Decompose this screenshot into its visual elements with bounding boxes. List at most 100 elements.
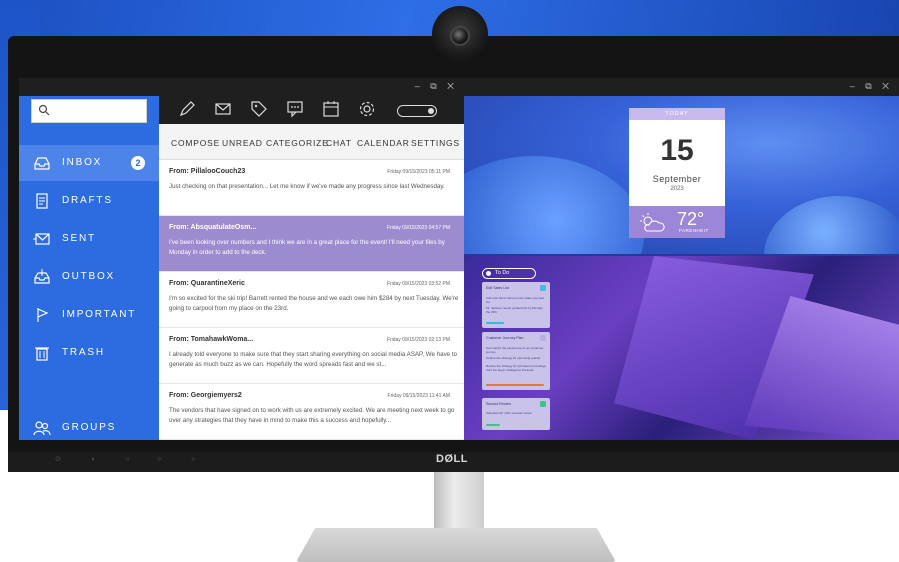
calendar-year: 2023 (670, 186, 684, 192)
message-date: Friday 09/15/2023 05:11 PM (387, 169, 450, 175)
mail-window-controls[interactable]: – ⧉ ✕ (415, 81, 458, 92)
widgets-titlebar: – ⧉ ✕ (464, 78, 899, 96)
webcam (432, 6, 488, 62)
todo-card[interactable]: Customer Journey Plan Summarize the expe… (482, 332, 550, 390)
sidebar-item-drafts[interactable]: DRAFTS (19, 183, 159, 219)
todo-dot-icon (486, 271, 491, 276)
toggle-knob (428, 107, 434, 114)
message-sender: From: AbsquatulateOsm... (169, 224, 257, 231)
menu-settings[interactable]: SETTINGS (411, 138, 460, 148)
calendar-widget[interactable]: TODAY 15 September 2023 72° FARENHEIT (629, 108, 725, 238)
mail-window: – ⧉ ✕ INBOX 2 DRAFTS SENT OUTBOX IMPORTA… (19, 78, 464, 440)
sidebar-item-label: SENT (62, 233, 96, 244)
sidebar-item-sent[interactable]: SENT (19, 221, 159, 257)
todo-card-line: Summarize the experience of our customer… (486, 346, 544, 354)
message-sender: From: PillalooCouch23 (169, 168, 246, 175)
monitor-stand-base (296, 528, 616, 562)
mail-titlebar: – ⧉ ✕ (19, 78, 464, 96)
todo-card-title: Edit Sales List (486, 286, 509, 290)
chat-icon[interactable] (285, 99, 305, 119)
sidebar-item-label: TRASH (62, 347, 105, 358)
menu-categorize[interactable]: CATEGORIZE (266, 138, 329, 148)
settings-gear-icon[interactable] (357, 99, 377, 119)
todo-checkbox-icon[interactable] (540, 335, 546, 341)
message-preview: I'm so excited for the ski trip! Barrett… (169, 295, 459, 312)
message-row[interactable]: From: TomahawkWoma... Friday 09/15/2023 … (159, 328, 464, 384)
sidebar-item-important[interactable]: IMPORTANT (19, 297, 159, 333)
todo-card-title: Second Review (486, 402, 511, 406)
todo-card-line: Add new client names to the sales overvi… (486, 296, 545, 304)
sidebar-item-trash[interactable]: TRASH (19, 335, 159, 371)
todo-card-line: Outline the strategy for upcoming quarte… (486, 356, 541, 360)
sidebar-item-label: IMPORTANT (62, 309, 137, 320)
monitor-stand-neck (434, 472, 484, 534)
todo-progress-bar (486, 322, 504, 324)
todo-card-line: Schedule Mr. Cal's renewal review (486, 411, 532, 415)
message-preview: I've been looking over numbers and I thi… (169, 239, 445, 256)
monitor-screen: – ⧉ ✕ INBOX 2 DRAFTS SENT OUTBOX IMPORTA… (19, 78, 899, 440)
todo-checkbox-icon[interactable] (540, 401, 546, 407)
todo-progress-bar (486, 424, 500, 426)
sidebar-item-label: GROUPS (62, 422, 117, 433)
widgets-window-controls[interactable]: – ⧉ ✕ (850, 81, 893, 92)
message-sender: From: QuarantineXeric (169, 280, 245, 287)
sidebar-item-outbox[interactable]: OUTBOX (19, 259, 159, 295)
wallpaper-shape (764, 196, 899, 254)
message-date: Friday 09/15/2023 04:57 PM (386, 225, 450, 231)
sidebar-item-label: INBOX (62, 157, 103, 168)
todo-checkbox-icon[interactable] (540, 285, 546, 291)
search-input[interactable] (31, 99, 147, 123)
sidebar-item-groups[interactable]: GROUPS (19, 410, 159, 440)
message-row-selected[interactable]: From: AbsquatulateOsm... Friday 09/15/20… (159, 216, 464, 272)
todo-card-line: Mr. Jackson needs updated list by Monday… (486, 306, 543, 314)
menu-unread[interactable]: UNREAD (222, 138, 263, 148)
flag-icon (37, 308, 49, 322)
weather-unit: FARENHEIT (679, 228, 709, 233)
wallpaper-shape (464, 156, 644, 254)
menu-calendar[interactable]: CALENDAR (357, 138, 410, 148)
webcam-lens (450, 26, 470, 46)
message-row[interactable]: From: PillalooCouch23 Friday 09/15/2023 … (159, 160, 464, 216)
groups-icon (33, 421, 51, 436)
sidebar-item-label: OUTBOX (62, 271, 116, 282)
message-row[interactable]: From: QuarantineXeric Friday 09/15/2023 … (159, 272, 464, 328)
message-date: Friday 09/15/2023 03:52 PM (386, 281, 450, 287)
theme-toggle[interactable] (397, 105, 437, 117)
message-row[interactable]: From: Georgiemyers2 Friday 09/15/2023 11… (159, 384, 464, 440)
outbox-icon (34, 269, 50, 284)
message-list: From: PillalooCouch23 Friday 09/15/2023 … (159, 160, 464, 440)
widgets-window: – ⧉ ✕ TODAY 15 September 2023 72° FARENH… (464, 78, 899, 440)
message-preview: Just checking on that presentation... Le… (169, 183, 445, 190)
unread-count-badge: 2 (131, 156, 145, 170)
sidebar-item-inbox[interactable]: INBOX 2 (19, 145, 159, 181)
todo-progress-bar (486, 384, 544, 386)
sent-icon (33, 233, 50, 245)
trash-icon (35, 347, 49, 361)
message-preview: I already told everyone to make sure tha… (169, 351, 457, 368)
weather-widget: 72° FARENHEIT (629, 206, 725, 238)
message-date: Friday 09/15/2023 11:41 AM (387, 393, 450, 399)
todo-widget-title[interactable]: To Do (482, 268, 536, 279)
menu-compose[interactable]: COMPOSE (171, 138, 220, 148)
pencil-icon[interactable] (177, 99, 197, 119)
calendar-header: TODAY (629, 108, 725, 120)
message-preview: The vendors that have signed on to work … (169, 407, 455, 424)
tag-icon[interactable] (249, 99, 269, 119)
search-icon (38, 104, 50, 116)
weather-temperature: 72° (677, 209, 705, 229)
menu-chat[interactable]: CHAT (326, 138, 352, 148)
calendar-icon[interactable] (321, 99, 341, 119)
mail-toolbar (159, 96, 464, 124)
drafts-icon (36, 193, 48, 209)
calendar-day: 15 (660, 134, 694, 167)
message-date: Friday 09/15/2023 02:13 PM (386, 337, 450, 343)
partly-cloudy-icon (640, 213, 665, 232)
todo-card[interactable]: Second Review Schedule Mr. Cal's renewal… (482, 398, 550, 430)
todo-title-text: To Do (495, 270, 510, 276)
inbox-icon (34, 157, 50, 170)
todo-card-line: Review the strategy for Q4 based on find… (486, 364, 546, 372)
todo-card[interactable]: Edit Sales List Add new client names to … (482, 282, 550, 328)
message-sender: From: Georgiemyers2 (169, 392, 242, 399)
sidebar-item-label: DRAFTS (62, 195, 113, 206)
envelope-icon[interactable] (213, 99, 233, 119)
